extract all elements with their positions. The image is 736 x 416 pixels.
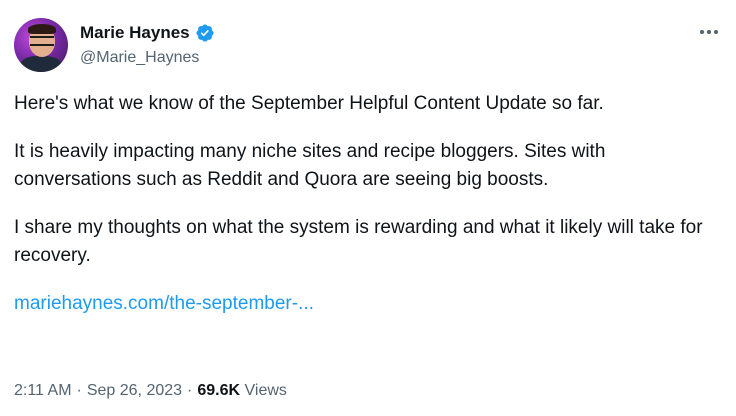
author-display-name[interactable]: Marie Haynes: [80, 22, 190, 44]
views-label: Views: [244, 382, 287, 399]
author-names: Marie Haynes @Marie_Haynes: [80, 22, 215, 69]
tweet-card: Marie Haynes @Marie_Haynes Here's what w…: [0, 0, 736, 416]
meta-separator: ·: [187, 382, 193, 399]
more-options-icon[interactable]: [698, 22, 720, 42]
tweet-time[interactable]: 2:11 AM: [14, 382, 72, 399]
tweet-paragraph: I share my thoughts on what the system i…: [14, 217, 703, 266]
avatar[interactable]: [14, 18, 68, 72]
name-row: Marie Haynes: [80, 22, 215, 44]
avatar-hair: [28, 24, 56, 34]
author-handle[interactable]: @Marie_Haynes: [80, 47, 215, 69]
tweet-header: Marie Haynes @Marie_Haynes: [14, 18, 215, 72]
meta-separator: ·: [76, 382, 82, 399]
views-count[interactable]: 69.6K: [197, 382, 240, 399]
tweet-paragraph: Here's what we know of the September Hel…: [14, 93, 604, 114]
tweet-body: Here's what we know of the September Hel…: [14, 90, 714, 318]
verified-badge-icon[interactable]: [195, 23, 215, 43]
avatar-shirt: [20, 56, 62, 72]
tweet-meta: 2:11 AM · Sep 26, 2023 · 69.6K Views: [14, 380, 287, 402]
tweet-link[interactable]: mariehaynes.com/the-september-...: [14, 290, 314, 318]
tweet-paragraph: It is heavily impacting many niche sites…: [14, 141, 606, 190]
tweet-date[interactable]: Sep 26, 2023: [87, 382, 182, 399]
avatar-glasses: [30, 36, 54, 46]
